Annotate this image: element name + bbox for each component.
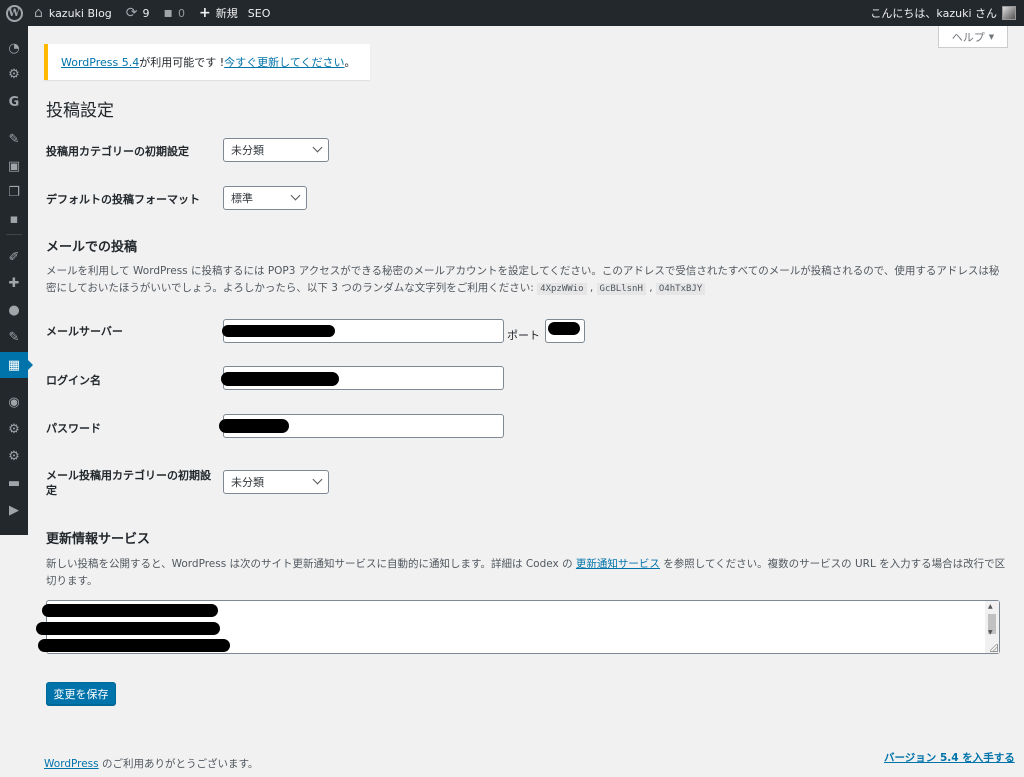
scroll-up-icon[interactable]: ▲ (988, 604, 993, 610)
port-label: ポート (507, 329, 540, 342)
footer-version: バージョン 5.4 を入手する (884, 750, 1015, 765)
admin-menu: ◔ ⚙ G ✎ ▣ ❐ ▪ ✐ ✚ ● ✎ ▦ ◉ ⚙ ⚙ ▬ ▶ (0, 26, 33, 535)
comments-icon[interactable]: ▪ (0, 209, 28, 229)
redaction-mark (219, 419, 289, 433)
comment-icon: ▪ (163, 5, 174, 21)
play-icon[interactable]: ▶ (0, 500, 28, 520)
redaction-mark (548, 322, 580, 335)
updates-count: 9 (142, 6, 150, 20)
save-changes-button[interactable]: 変更を保存 (46, 682, 116, 705)
wordpress-logo-icon: W (5, 4, 23, 22)
home-icon: ⌂ (34, 5, 43, 21)
gear-icon[interactable]: ⚙ (0, 64, 28, 84)
footer-thanks: WordPress のご利用ありがとうございます。 (44, 756, 258, 771)
notice-text-end: 。 (344, 56, 356, 69)
password-label: パスワード (46, 422, 101, 435)
chevron-down-icon (312, 142, 323, 153)
menu-separator (6, 234, 22, 235)
updates-icon: ⟳ (125, 5, 138, 21)
help-label: ヘルプ (951, 30, 985, 44)
wordpress-version-link[interactable]: WordPress 5.4 (61, 56, 139, 69)
chevron-down-icon (312, 474, 323, 485)
dashboard-icon[interactable]: ◔ (0, 38, 28, 58)
redaction-mark (38, 639, 230, 652)
seo-menu[interactable]: SEO (248, 0, 271, 26)
mail-category-value: 未分類 (231, 476, 264, 489)
wordpress-menu[interactable]: W (0, 0, 28, 26)
wordpress-link[interactable]: WordPress (44, 758, 99, 770)
random-string-3: O4hTxBJY (655, 283, 706, 295)
settings-icon[interactable]: ▦ (0, 352, 33, 378)
default-category-value: 未分類 (231, 144, 264, 157)
g-plugin-icon[interactable]: G (0, 92, 28, 112)
update-now-link[interactable]: 今すぐ更新してください (224, 54, 344, 70)
chevron-down-icon: ▼ (988, 32, 995, 41)
comments-menu[interactable]: ▪ 0 (164, 0, 186, 26)
comments-count: 0 (178, 6, 186, 20)
new-content-menu[interactable]: + 新規 (199, 0, 238, 26)
scroll-down-icon[interactable]: ▼ (988, 630, 993, 636)
pin-icon[interactable]: ✎ (0, 129, 28, 149)
updates-menu[interactable]: ⟳ 9 (126, 0, 150, 26)
account-menu[interactable]: こんにちは、kazuki さん (870, 0, 1016, 26)
email-post-desc-text: メールを利用して WordPress に投稿するには POP3 アクセスができる… (46, 265, 1000, 294)
mail-server-label: メールサーバー (46, 325, 123, 338)
chevron-down-icon (290, 190, 301, 201)
update-services-description: 新しい投稿を公開すると、WordPress は次のサイト更新通知サービスに自動的… (46, 556, 1008, 590)
gear-icon[interactable]: ⚙ (0, 446, 28, 466)
resize-handle-icon[interactable] (990, 644, 998, 652)
email-post-description: メールを利用して WordPress に投稿するには POP3 アクセスができる… (46, 265, 1000, 295)
default-format-select[interactable]: 標準 (223, 186, 307, 210)
login-label: ログイン名 (46, 374, 101, 387)
update-services-desc-before: 新しい投稿を公開すると、WordPress は次のサイト更新通知サービスに自動的… (46, 558, 576, 570)
plugins-icon[interactable]: ✚ (0, 273, 28, 293)
default-format-label: デフォルトの投稿フォーマット (46, 193, 200, 206)
camera-icon[interactable]: ▬ (0, 473, 28, 493)
redaction-mark (222, 325, 335, 337)
update-services-link[interactable]: 更新通知サービス (576, 558, 660, 570)
plus-icon: + (199, 5, 211, 21)
random-string-1: 4XpzWWio (537, 283, 587, 295)
gear-icon[interactable]: ⚙ (0, 419, 28, 439)
media-icon[interactable]: ▣ (0, 156, 28, 176)
site-name: kazuki Blog (48, 6, 112, 20)
redaction-mark (42, 604, 218, 617)
site-name-menu[interactable]: ⌂ kazuki Blog (34, 0, 112, 26)
default-format-value: 標準 (231, 192, 253, 205)
footer-thanks-text: のご利用ありがとうございます。 (98, 758, 259, 770)
default-category-select[interactable]: 未分類 (223, 138, 329, 162)
new-label: 新規 (215, 7, 238, 20)
default-category-label: 投稿用カテゴリーの初期設定 (46, 145, 189, 158)
greeting: こんにちは、kazuki さん (870, 7, 997, 20)
mail-category-select[interactable]: 未分類 (223, 470, 329, 494)
avatar (1002, 6, 1016, 20)
random-string-2: GcBLlsnH (596, 283, 646, 295)
mail-category-label: メール投稿用カテゴリーの初期設定 (46, 469, 211, 497)
help-tab[interactable]: ヘルプ ▼ (938, 26, 1008, 48)
admin-bar: W ⌂ kazuki Blog ⟳ 9 ▪ 0 + 新規 SEO こんにちは、k… (0, 0, 1024, 26)
tools-icon[interactable]: ✎ (0, 327, 28, 347)
notice-text: が利用可能です ! (139, 56, 225, 69)
pages-icon[interactable]: ❐ (0, 182, 28, 202)
redaction-mark (36, 622, 220, 635)
email-post-title: メールでの投稿 (46, 240, 138, 255)
wordpress-circle-icon[interactable]: ◉ (0, 392, 28, 412)
get-version-link[interactable]: バージョン 5.4 を入手する (884, 752, 1015, 764)
update-notice: WordPress 5.4 が利用可能です ! 今すぐ更新してください 。 (44, 44, 370, 80)
page-title: 投稿設定 (46, 101, 114, 121)
redaction-mark (221, 372, 339, 386)
appearance-icon[interactable]: ✐ (0, 247, 28, 267)
users-icon[interactable]: ● (0, 300, 28, 320)
seo-label: SEO (247, 6, 271, 20)
update-services-title: 更新情報サービス (46, 532, 151, 547)
